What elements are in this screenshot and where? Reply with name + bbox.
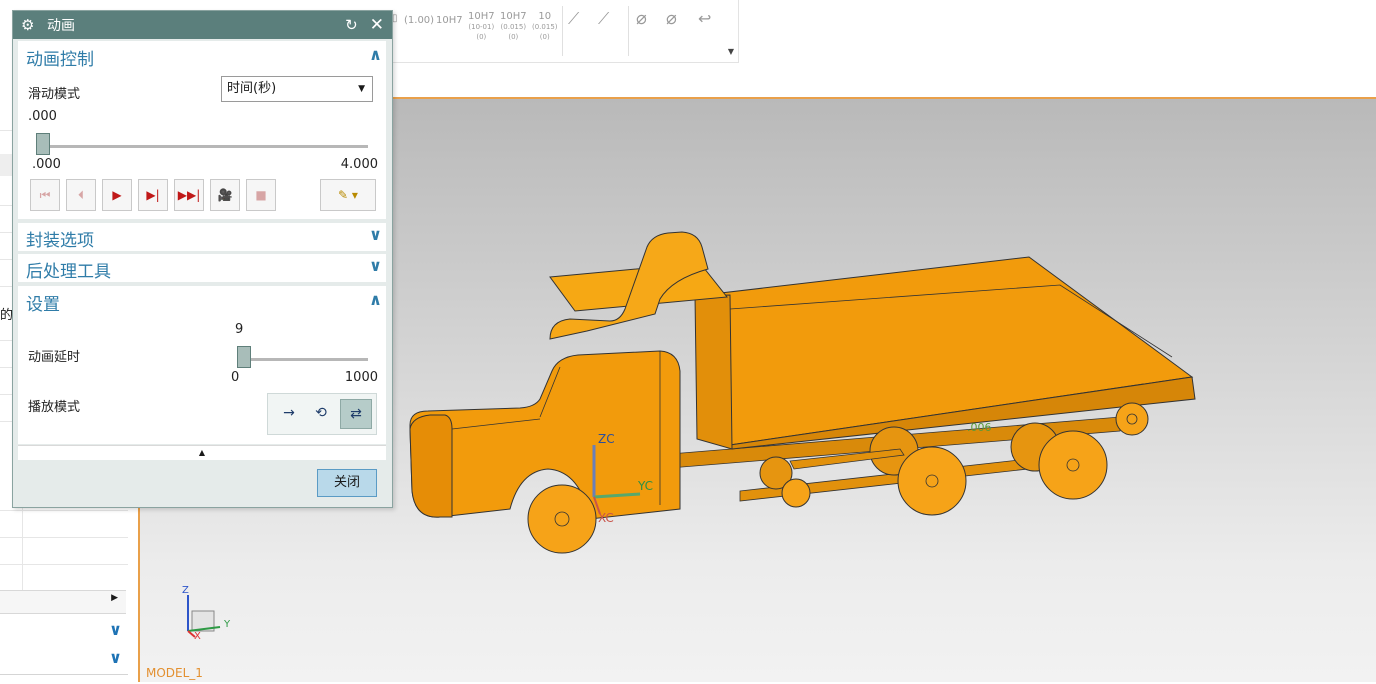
yc-axis-label: YC <box>638 479 654 493</box>
go-to-start-button[interactable]: ⏮ <box>30 179 60 211</box>
annotation-label: .006 <box>967 421 992 434</box>
stop-icon: ■ <box>255 188 267 202</box>
animation-delay-label: 动画延时 <box>28 350 81 365</box>
table-row <box>0 510 128 511</box>
play-button[interactable]: ▶ <box>102 179 132 211</box>
collapse-dialog-bar[interactable]: ▲ <box>18 445 386 460</box>
view-triad-icon <box>187 595 221 638</box>
delay-range-min: 0 <box>231 370 240 385</box>
chevron-up-icon[interactable]: ∧ <box>369 290 382 309</box>
tolerance-format-button[interactable]: 10H7 (10-01) (0) <box>468 12 495 42</box>
play-mode-label: 播放模式 <box>28 400 81 415</box>
dump-bed-side <box>694 294 733 450</box>
toolbar-overflow-dropdown-icon[interactable]: ▼ <box>728 47 734 56</box>
animation-dialog: ⚙ 动画 ↻ ✕ 动画控制 ∧ 滑动模式 .000 .000 4.000 时间(… <box>12 10 393 508</box>
step-back-button[interactable]: ⏴ <box>66 179 96 211</box>
dialog-title-bar[interactable]: ⚙ 动画 ↻ ✕ <box>13 11 392 39</box>
triangle-up-icon: ▲ <box>198 448 206 457</box>
loop-icon: ⟲ <box>315 405 327 421</box>
ping-pong-button[interactable]: ⇄ <box>340 399 372 429</box>
section-title: 封装选项 <box>26 231 94 251</box>
model-name-label: MODEL_1 <box>146 666 203 680</box>
snapshot-options-button[interactable]: ✎ ▾ <box>320 179 376 211</box>
delay-range-max: 1000 <box>344 370 378 385</box>
diameter-icon[interactable]: ⌀ <box>636 10 647 28</box>
loop-button[interactable]: ⟲ <box>306 399 336 427</box>
play-icon: ▶ <box>112 188 122 202</box>
stop-button[interactable]: ■ <box>246 179 276 211</box>
close-button[interactable]: 关闭 <box>317 469 377 497</box>
reset-icon[interactable]: ↻ <box>345 16 358 34</box>
go-to-end-button[interactable]: ▶▶| <box>174 179 204 211</box>
zc-axis-label: ZC <box>598 432 615 446</box>
table-row <box>0 564 128 565</box>
settings-header[interactable]: 设置 ∧ <box>18 286 386 316</box>
tolerance-format-button[interactable]: 10H7 <box>436 16 463 26</box>
time-range-min: .000 <box>32 157 61 172</box>
chevron-down-icon[interactable]: ∨ <box>369 225 382 244</box>
dialog-title: 动画 <box>47 18 75 34</box>
tolerance-format-button[interactable]: (1.00) <box>404 16 434 26</box>
triad-z-label: Z <box>182 585 189 596</box>
horizontal-scrollbar[interactable]: ▶ <box>0 590 126 614</box>
play-once-button[interactable]: → <box>274 399 304 427</box>
skip-to-end-icon: ▶▶| <box>177 188 201 202</box>
step-forward-button[interactable]: ▶| <box>138 179 168 211</box>
slide-mode-label: 滑动模式 <box>28 87 81 102</box>
scroll-right-icon[interactable]: ▶ <box>111 593 118 603</box>
time-slider-track[interactable] <box>38 145 368 148</box>
animation-control-header[interactable]: 动画控制 ∧ <box>18 41 386 71</box>
radius-dimension-icon[interactable]: ⟋ <box>568 11 579 27</box>
time-slider-thumb[interactable] <box>36 133 50 155</box>
section-title: 设置 <box>26 295 60 315</box>
radius-leader-icon[interactable]: ⟋ <box>598 11 609 27</box>
section-title: 后处理工具 <box>26 262 111 282</box>
time-range-max: 4.000 <box>340 157 378 172</box>
chevron-down-icon[interactable]: ∨ <box>369 256 382 275</box>
dropdown-arrow-icon: ▼ <box>358 84 365 94</box>
collapsed-section-1[interactable]: ∨ <box>0 618 128 647</box>
step-forward-icon: ▶| <box>146 188 160 202</box>
front-wheel <box>527 484 597 554</box>
packaging-options-section[interactable]: 封装选项 ∨ <box>18 223 386 251</box>
undo-arrow-icon[interactable]: ↩ <box>698 11 711 27</box>
section-title: 动画控制 <box>26 50 94 70</box>
delay-slider-thumb[interactable] <box>237 346 252 368</box>
camera-icon: 🎥 <box>217 188 233 202</box>
diameter-reference-icon[interactable]: ⌀ <box>666 10 677 28</box>
postprocess-tools-section[interactable]: 后处理工具 ∨ <box>18 254 386 282</box>
arrow-right-icon: → <box>283 405 295 421</box>
skip-to-start-icon: ⏮ <box>39 187 51 202</box>
current-time-value: .000 <box>28 109 57 124</box>
play-mode-group: → ⟲ ⇄ <box>267 393 377 435</box>
gear-icon[interactable]: ⚙ <box>21 16 35 34</box>
xc-axis-label: XC <box>598 511 614 525</box>
table-row <box>0 537 128 538</box>
delay-value: 9 <box>235 322 244 337</box>
close-icon[interactable]: ✕ <box>370 15 384 35</box>
slide-mode-select[interactable]: 时间(秒) ▼ <box>221 76 373 102</box>
hood-front <box>409 414 453 518</box>
collapsed-section-2[interactable]: ∨ <box>0 646 128 675</box>
toolbar-separator <box>628 6 629 56</box>
swap-arrows-icon: ⇄ <box>350 406 362 422</box>
toolbar-separator <box>562 6 563 56</box>
chevron-down-icon[interactable]: ∨ <box>109 620 122 639</box>
triad-y-label: Y <box>224 619 231 630</box>
dimension-toolbar: ▯ (1.00) 10H7 10H7 (10-01) (0) 10H7 (0.015… <box>392 0 739 63</box>
triad-x-label: X <box>194 631 201 642</box>
step-back-icon: ⏴ <box>77 187 84 202</box>
record-button[interactable]: 🎥 <box>210 179 240 211</box>
tool-icon: ✎ ▾ <box>338 188 358 202</box>
delay-slider-track[interactable] <box>238 358 368 361</box>
tolerance-format-button[interactable]: 10 (0.015) (0) <box>532 12 558 42</box>
chevron-down-icon[interactable]: ∨ <box>109 648 122 667</box>
chevron-up-icon[interactable]: ∧ <box>369 45 382 64</box>
slide-mode-value: 时间(秒) <box>227 81 277 96</box>
tolerance-format-button[interactable]: 10H7 (0.015) (0) <box>500 12 527 42</box>
